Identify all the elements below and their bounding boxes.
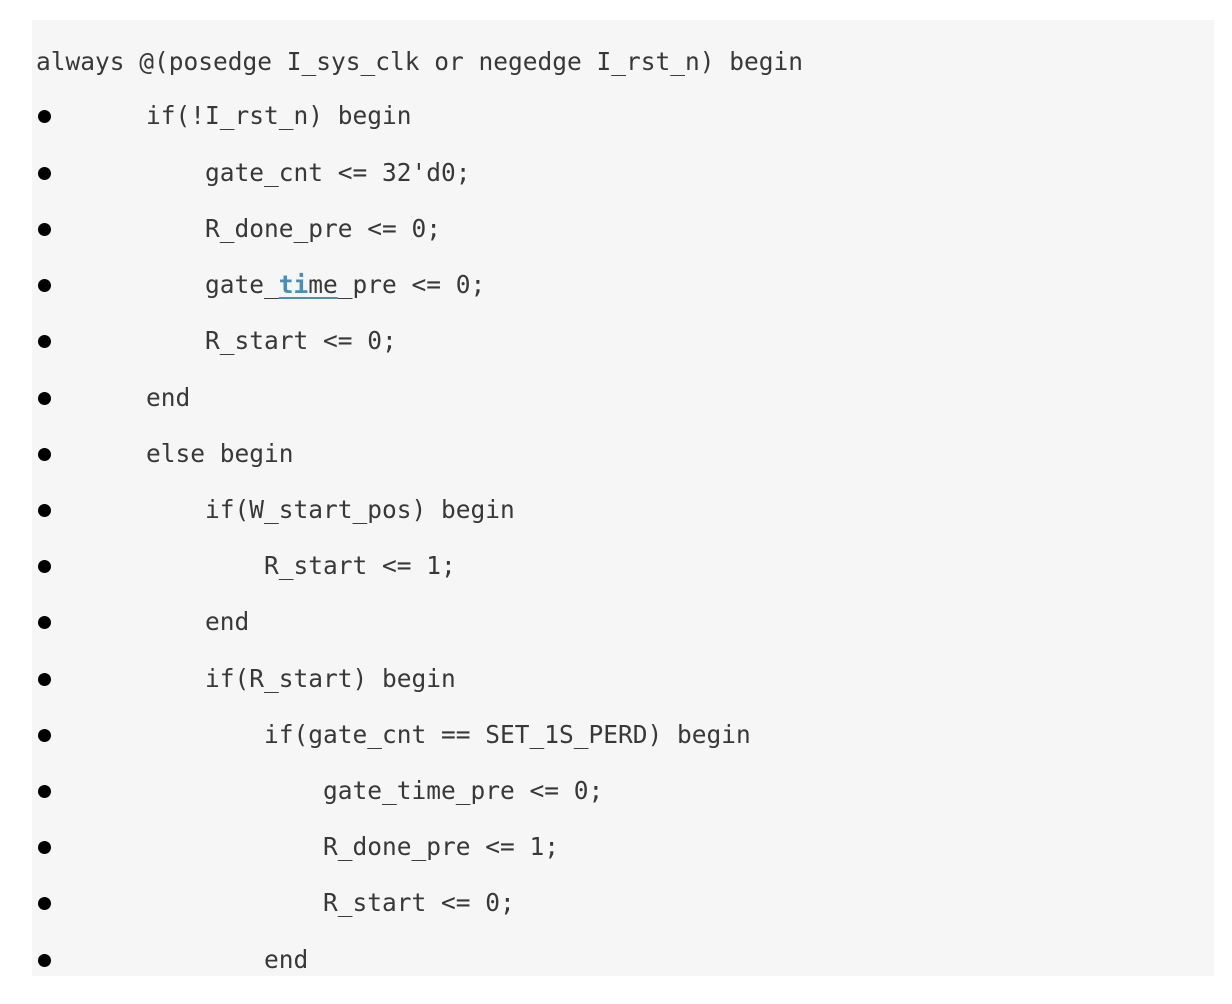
code-segment: _pre <= 0; xyxy=(337,270,486,299)
code-block: always @(posedge I_sys_clk or negedge I_… xyxy=(32,20,1214,976)
code-line-text: R_start <= 0; xyxy=(323,888,515,917)
code-line-text: else begin xyxy=(146,439,294,468)
code-line: if(R_start) begin xyxy=(32,659,1214,699)
bullet-icon xyxy=(38,223,51,236)
code-line: R_done_pre <= 1; xyxy=(32,827,1214,867)
bullet-icon xyxy=(38,279,51,292)
code-line-text: if(!I_rst_n) begin xyxy=(146,101,412,130)
code-line: always @(posedge I_sys_clk or negedge I_… xyxy=(32,42,1214,82)
bullet-icon xyxy=(38,504,51,517)
code-line-text: gate_time_pre <= 0; xyxy=(205,271,485,299)
code-line: if(gate_cnt == SET_1S_PERD) begin xyxy=(32,715,1214,755)
code-line: if(W_start_pos) begin xyxy=(32,490,1214,530)
code-line: if(!I_rst_n) begin xyxy=(32,96,1214,136)
code-line: R_start <= 1; xyxy=(32,546,1214,586)
code-line-text: if(R_start) begin xyxy=(205,664,456,693)
code-line: else begin xyxy=(32,434,1214,474)
code-line: end xyxy=(32,378,1214,418)
bullet-icon xyxy=(38,560,51,573)
bullet-icon xyxy=(38,954,51,967)
code-line-text: gate_time_pre <= 0; xyxy=(323,776,604,805)
code-line-text: R_start <= 1; xyxy=(264,551,456,580)
code-line: gate_time_pre <= 0; xyxy=(32,265,1214,305)
highlighted-word-link[interactable]: ti xyxy=(279,270,309,299)
code-line-text: end xyxy=(205,607,250,636)
bullet-icon xyxy=(38,448,51,461)
code-line-text: end xyxy=(146,383,191,412)
code-line: end xyxy=(32,940,1214,976)
code-line-text: if(gate_cnt == SET_1S_PERD) begin xyxy=(264,720,751,749)
code-line: R_start <= 0; xyxy=(32,883,1214,923)
code-segment: gate_ xyxy=(205,270,279,299)
bullet-icon xyxy=(38,110,51,123)
bullet-icon xyxy=(38,897,51,910)
code-line: end xyxy=(32,602,1214,642)
bullet-icon xyxy=(38,167,51,180)
code-line-text: R_start <= 0; xyxy=(205,326,397,355)
bullet-icon xyxy=(38,841,51,854)
code-line-text: R_done_pre <= 0; xyxy=(205,214,442,243)
code-line-text: gate_cnt <= 32'd0; xyxy=(205,158,471,187)
code-line: R_done_pre <= 0; xyxy=(32,209,1214,249)
code-line-text: if(W_start_pos) begin xyxy=(205,495,515,524)
code-line: R_start <= 0; xyxy=(32,321,1214,361)
highlighted-word-tail: me xyxy=(308,270,338,299)
bullet-icon xyxy=(38,785,51,798)
bullet-icon xyxy=(38,729,51,742)
bullet-icon xyxy=(38,392,51,405)
code-line: gate_cnt <= 32'd0; xyxy=(32,153,1214,193)
code-line-text: R_done_pre <= 1; xyxy=(323,832,560,861)
code-line: gate_time_pre <= 0; xyxy=(32,771,1214,811)
bullet-icon xyxy=(38,616,51,629)
bullet-icon xyxy=(38,335,51,348)
bullet-icon xyxy=(38,673,51,686)
code-line-text: end xyxy=(264,945,309,974)
code-line-text: always @(posedge I_sys_clk or negedge I_… xyxy=(36,47,804,76)
